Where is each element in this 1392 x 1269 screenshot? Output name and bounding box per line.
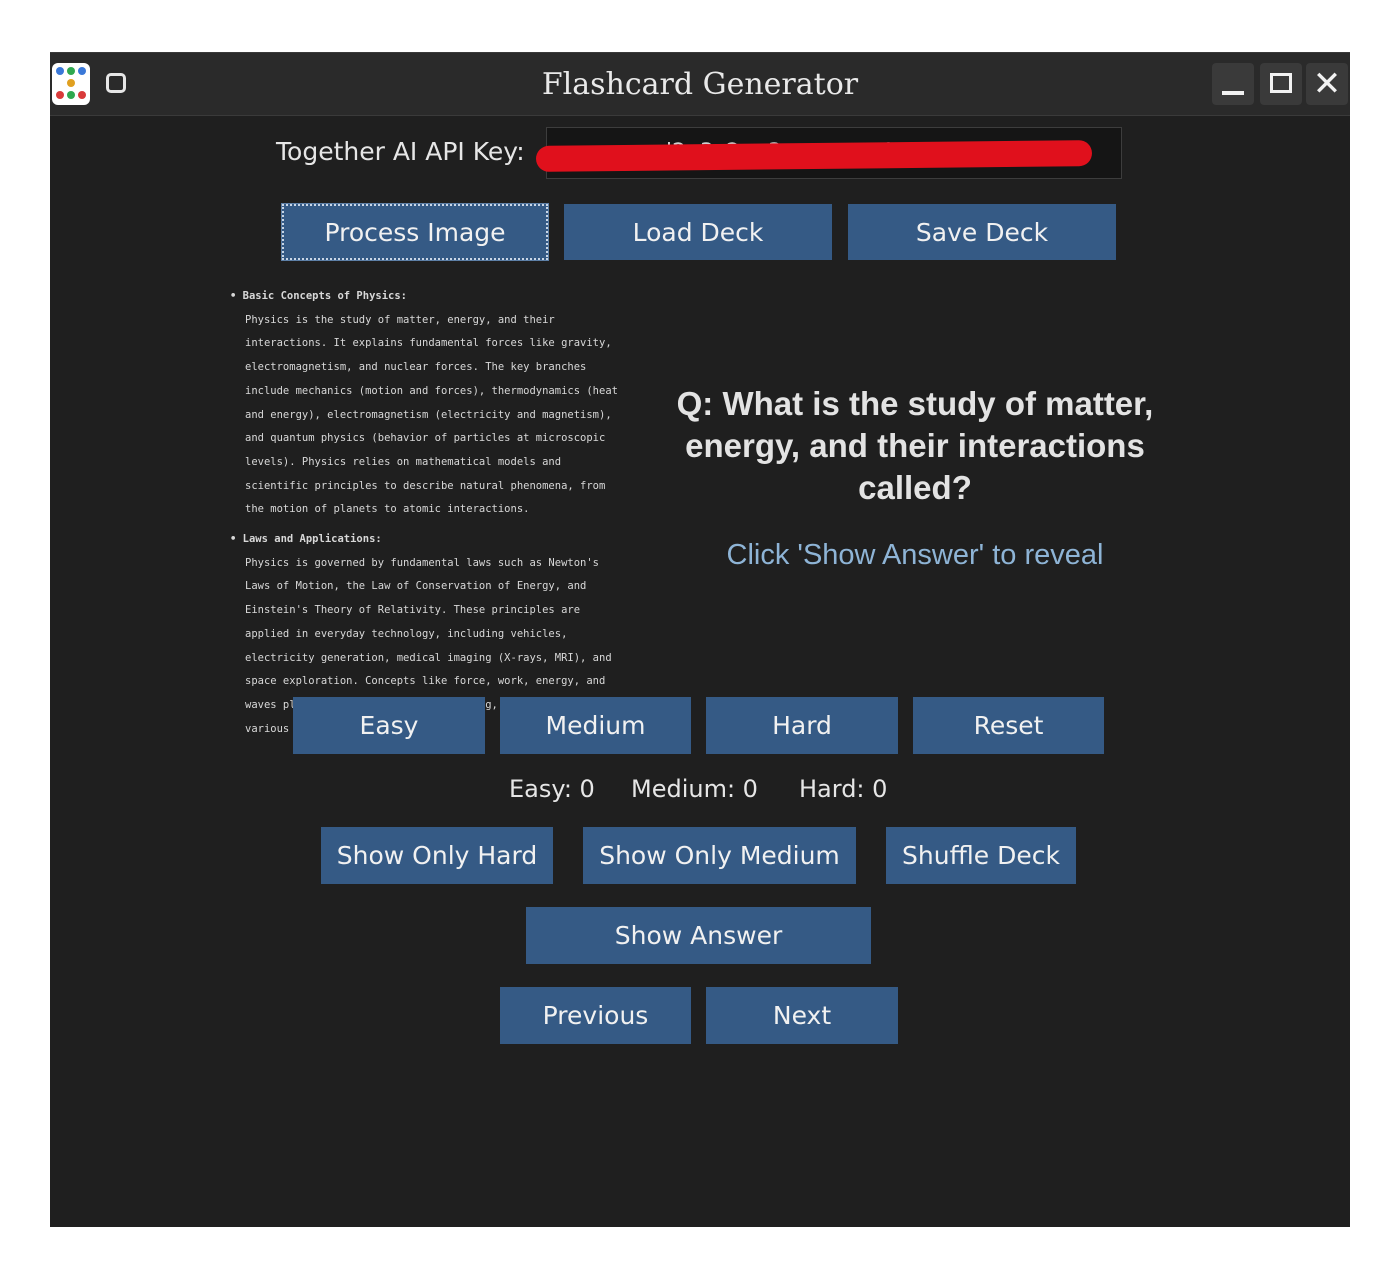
load-deck-button[interactable]: Load Deck	[564, 204, 832, 260]
medium-count: Medium: 0	[631, 775, 758, 803]
minimize-button[interactable]	[1212, 63, 1254, 105]
previous-button[interactable]: Previous	[500, 987, 691, 1044]
process-image-button[interactable]: Process Image	[281, 203, 549, 261]
next-button[interactable]: Next	[706, 987, 898, 1044]
easy-button[interactable]: Easy	[293, 697, 485, 754]
close-button[interactable]: ✕	[1306, 63, 1348, 105]
api-key-label: Together AI API Key:	[276, 137, 525, 166]
section-heading: • Laws and Applications:	[230, 533, 382, 546]
section-heading: • Basic Concepts of Physics:	[230, 290, 408, 302]
source-image-preview: • Basic Concepts of Physics: Physics is …	[230, 285, 620, 741]
hard-button[interactable]: Hard	[706, 697, 898, 754]
answer-hint: Click 'Show Answer' to reveal	[726, 539, 1104, 571]
show-only-hard-button[interactable]: Show Only Hard	[321, 827, 553, 884]
window-title: Flashcard Generator	[541, 67, 859, 102]
title-bar[interactable]: Flashcard Generator ✕	[50, 53, 1350, 116]
hard-count: Hard: 0	[799, 775, 888, 803]
maximize-icon	[1270, 73, 1292, 93]
show-answer-button[interactable]: Show Answer	[526, 907, 871, 964]
flashcard-question: Q: What is the study of matter, energy, …	[676, 385, 1154, 506]
save-deck-button[interactable]: Save Deck	[848, 204, 1116, 260]
shuffle-deck-button[interactable]: Shuffle Deck	[886, 827, 1076, 884]
easy-count: Easy: 0	[509, 775, 595, 803]
section-text: Physics is the study of matter, energy, …	[245, 313, 618, 516]
maximize-button[interactable]	[1260, 63, 1302, 105]
reset-button[interactable]: Reset	[913, 697, 1104, 754]
close-icon: ✕	[1312, 64, 1342, 104]
minimize-icon	[1222, 91, 1244, 95]
app-window: Flashcard Generator ✕ Together AI API Ke…	[50, 52, 1350, 1227]
show-only-medium-button[interactable]: Show Only Medium	[583, 827, 856, 884]
medium-button[interactable]: Medium	[500, 697, 691, 754]
